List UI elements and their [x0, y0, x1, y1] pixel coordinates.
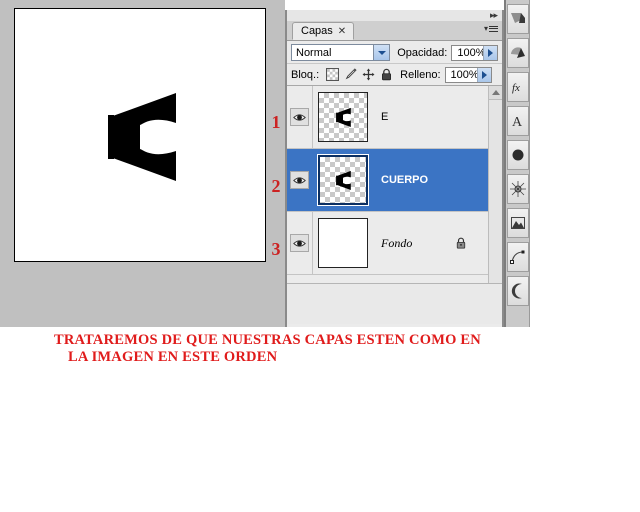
visibility-cell[interactable]	[287, 212, 313, 274]
fill-value: 100%	[450, 68, 479, 81]
step-number-2: 2	[271, 176, 281, 196]
blend-mode-select[interactable]: Normal	[291, 44, 391, 61]
tool-dock: fx A	[504, 0, 530, 327]
caption-text: TRATAREMOS DE QUE NUESTRAS CAPAS ESTEN C…	[54, 332, 574, 366]
layers-scrollbar[interactable]	[488, 86, 502, 283]
step-number-1: 1	[271, 112, 281, 132]
fill-input[interactable]: 100%	[444, 66, 492, 83]
layer-name[interactable]: Fondo	[381, 236, 412, 251]
layer-thumbnail[interactable]	[317, 154, 369, 206]
opacity-label: Opacidad:	[397, 46, 448, 59]
svg-text:fx: fx	[512, 82, 520, 94]
mask-tool-icon[interactable]	[506, 276, 529, 306]
caption-line-2: LA IMAGEN EN ESTE ORDEN	[68, 349, 278, 365]
layer-name[interactable]: CUERPO	[381, 174, 428, 186]
transparency-lock-icon[interactable]	[326, 68, 340, 81]
fill-slider-arrow-icon[interactable]	[476, 67, 491, 82]
panel-empty-area	[287, 283, 502, 324]
hamburger-icon	[489, 24, 498, 33]
layer-list: E CUERPO Fondo	[287, 86, 502, 283]
panel-menu-icon[interactable]: ▾	[484, 24, 498, 33]
thumbnail-artwork	[336, 170, 351, 190]
blend-tool-icon[interactable]	[506, 174, 529, 204]
workspace-area	[0, 0, 285, 327]
visibility-cell[interactable]	[287, 86, 313, 148]
opacity-value: 100%	[457, 46, 486, 59]
type-tool-icon[interactable]: A	[506, 106, 529, 136]
monogram-artwork	[108, 93, 176, 181]
panel-tab-strip: Capas ✕ ▾	[287, 21, 502, 41]
collapse-panel-icon[interactable]: ▸▸	[490, 10, 498, 21]
layer-thumbnail[interactable]	[318, 92, 368, 142]
fill-label: Relleno:	[400, 68, 441, 81]
blend-mode-value: Normal	[296, 46, 332, 59]
lock-icon	[456, 237, 466, 249]
table-row[interactable]: CUERPO	[287, 149, 489, 212]
opacity-slider-arrow-icon[interactable]	[483, 45, 497, 60]
shape-tool-icon[interactable]	[506, 140, 529, 170]
table-row[interactable]: E	[287, 86, 489, 149]
move-lock-icon[interactable]	[362, 68, 375, 81]
image-tool-icon[interactable]	[506, 208, 529, 238]
all-lock-icon[interactable]	[380, 68, 393, 81]
visibility-cell[interactable]	[287, 149, 313, 211]
thumbnail-artwork	[336, 107, 351, 127]
lock-fill-row: Bloq.: Relleno: 100%	[287, 64, 502, 86]
document-canvas[interactable]	[14, 8, 266, 262]
close-icon[interactable]: ✕	[338, 26, 346, 37]
scroll-up-icon[interactable]	[489, 86, 502, 100]
caption-line-1: TRATAREMOS DE QUE NUESTRAS CAPAS ESTEN C…	[54, 332, 481, 348]
gradient-tool-icon[interactable]	[506, 38, 529, 68]
tab-capas[interactable]: Capas ✕	[292, 22, 355, 40]
path-tool-icon[interactable]	[506, 242, 529, 272]
page-right-blank	[530, 0, 640, 327]
layers-panel: ▸▸ Capas ✕ ▾ Normal Opacidad: 100% Bloq.…	[285, 10, 504, 327]
table-row[interactable]: Fondo	[287, 212, 489, 275]
blend-opacity-row: Normal Opacidad: 100%	[287, 42, 502, 64]
layer-name[interactable]: E	[381, 111, 388, 123]
step-number-3: 3	[271, 239, 281, 259]
eye-icon[interactable]	[290, 234, 309, 252]
svg-text:A: A	[512, 115, 523, 130]
tab-capas-label: Capas	[301, 25, 333, 37]
brush-tool-icon[interactable]	[506, 4, 529, 34]
eye-icon[interactable]	[290, 108, 309, 126]
fx-styles-icon[interactable]: fx	[506, 72, 529, 102]
lock-label: Bloq.:	[291, 68, 320, 81]
panel-topbar: ▸▸	[287, 10, 502, 21]
eye-icon[interactable]	[290, 171, 309, 189]
brush-lock-icon[interactable]	[344, 68, 357, 81]
layer-thumbnail[interactable]	[318, 218, 368, 268]
chevron-down-icon[interactable]	[373, 45, 390, 60]
opacity-input[interactable]: 100%	[451, 44, 498, 61]
